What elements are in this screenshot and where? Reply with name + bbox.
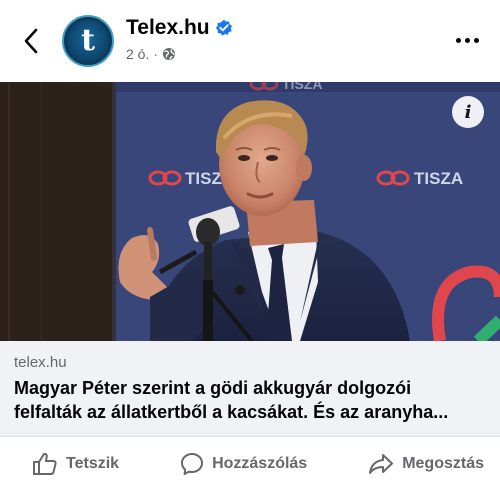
backdrop-brand-top: TISZA <box>282 82 322 92</box>
verified-badge-icon <box>215 19 233 37</box>
speaker-photo: TISZA TISZA TISZA <box>0 82 500 341</box>
meta-separator: · <box>153 46 159 62</box>
more-options-button[interactable] <box>452 30 482 50</box>
globe-icon <box>163 48 176 60</box>
post-time[interactable]: 2 ó. <box>126 46 149 62</box>
like-label: Tetszik <box>66 454 120 472</box>
avatar-logo: t <box>67 20 109 62</box>
page-avatar[interactable]: t <box>62 15 114 67</box>
comment-button[interactable]: Hozzászólás <box>180 452 307 476</box>
info-icon: i <box>464 101 472 123</box>
link-title-line-2: felfalták az állatkertből a kacsákat. És… <box>14 402 449 422</box>
thumbs-up-icon <box>33 452 57 475</box>
info-button[interactable]: i <box>452 96 484 128</box>
chevron-left-icon <box>24 28 38 54</box>
link-domain: telex.hu <box>14 354 67 371</box>
page-name-text: Telex.hu <box>126 16 210 39</box>
back-button[interactable] <box>14 24 48 58</box>
post-image[interactable]: TISZA TISZA TISZA i <box>0 82 500 341</box>
share-label: Megosztás <box>402 454 484 472</box>
link-preview[interactable]: telex.hu Magyar Péter szerint a gödi akk… <box>0 341 500 437</box>
share-arrow-icon <box>369 453 394 474</box>
comment-bubble-icon <box>181 452 204 475</box>
page-name[interactable]: Telex.hu <box>126 16 233 40</box>
link-title-line-1: Magyar Péter szerint a gödi akkugyár dol… <box>14 378 412 398</box>
share-button[interactable]: Megosztás <box>368 452 484 476</box>
like-button[interactable]: Tetszik <box>32 452 119 476</box>
more-dots-icon <box>455 37 461 43</box>
comment-label: Hozzászólás <box>212 454 308 472</box>
post-meta: 2 ó. · <box>126 46 176 62</box>
backdrop-brand-right: TISZA <box>414 169 463 188</box>
post-header: t Telex.hu 2 ó. · <box>0 0 500 82</box>
post-actions-bar: Tetszik Hozzászólás Megosztás <box>0 437 500 490</box>
link-title[interactable]: Magyar Péter szerint a gödi akkugyár dol… <box>14 376 488 424</box>
